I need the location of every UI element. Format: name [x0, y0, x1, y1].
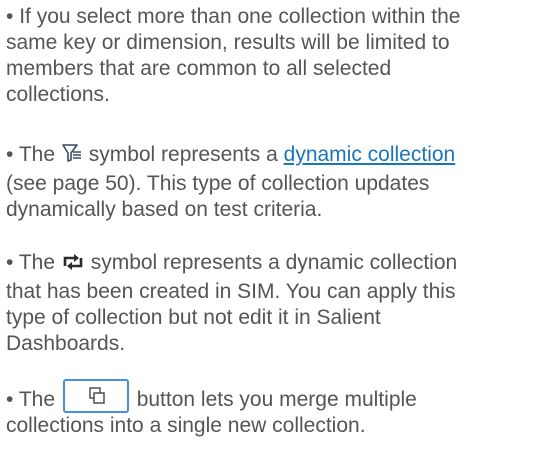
bullet: •: [6, 251, 14, 274]
paragraph-multiple-collections: • If you select more than one collection…: [6, 4, 532, 108]
merge-collections-icon: [89, 387, 105, 404]
paragraph-merge-button: • The button lets you merge multiple col…: [6, 379, 532, 439]
text-line: collections into a single new collection…: [6, 414, 366, 437]
text-line: • The symbol represents a dynamic collec…: [6, 250, 532, 279]
text-line: dynamically based on test criteria.: [6, 198, 323, 221]
text-line: • If you select more than one collection…: [6, 4, 532, 30]
merge-collections-button[interactable]: [62, 379, 129, 413]
text-line: collections.: [6, 83, 110, 106]
text: The: [18, 143, 56, 166]
text-line: that has been created in SIM. You can ap…: [6, 280, 456, 303]
dynamic-collection-link[interactable]: dynamic collection: [284, 143, 456, 166]
text: button lets you merge multiple: [136, 388, 417, 411]
bullet: •: [6, 143, 14, 166]
text: The: [18, 251, 56, 274]
text-line: Dashboards.: [6, 332, 126, 355]
text-line: members that are common to all selected: [6, 57, 392, 80]
help-document: • If you select more than one collection…: [0, 0, 535, 469]
paragraph-dynamic-collection: • The symbol represents a dynamic collec…: [6, 142, 532, 223]
text-line: • The symbol represents a dynamic collec…: [6, 142, 532, 171]
text: symbol represents a: [88, 143, 278, 166]
sim-collection-loop-icon: [61, 252, 85, 279]
bullet: •: [6, 5, 14, 28]
bullet: •: [6, 388, 14, 411]
text-line: • The button lets you merge multiple: [6, 379, 532, 413]
text-line: (see page 50). This type of collection u…: [6, 172, 430, 195]
text: symbol represents a dynamic collection: [90, 251, 458, 274]
text-line: same key or dimension, results will be l…: [6, 31, 450, 54]
text: The: [18, 388, 56, 411]
paragraph-sim-collection: • The symbol represents a dynamic collec…: [6, 250, 532, 357]
text-line: type of collection but not edit it in Sa…: [6, 306, 381, 329]
text: If you select more than one collection w…: [19, 5, 461, 28]
dynamic-collection-filter-icon: [61, 142, 83, 171]
